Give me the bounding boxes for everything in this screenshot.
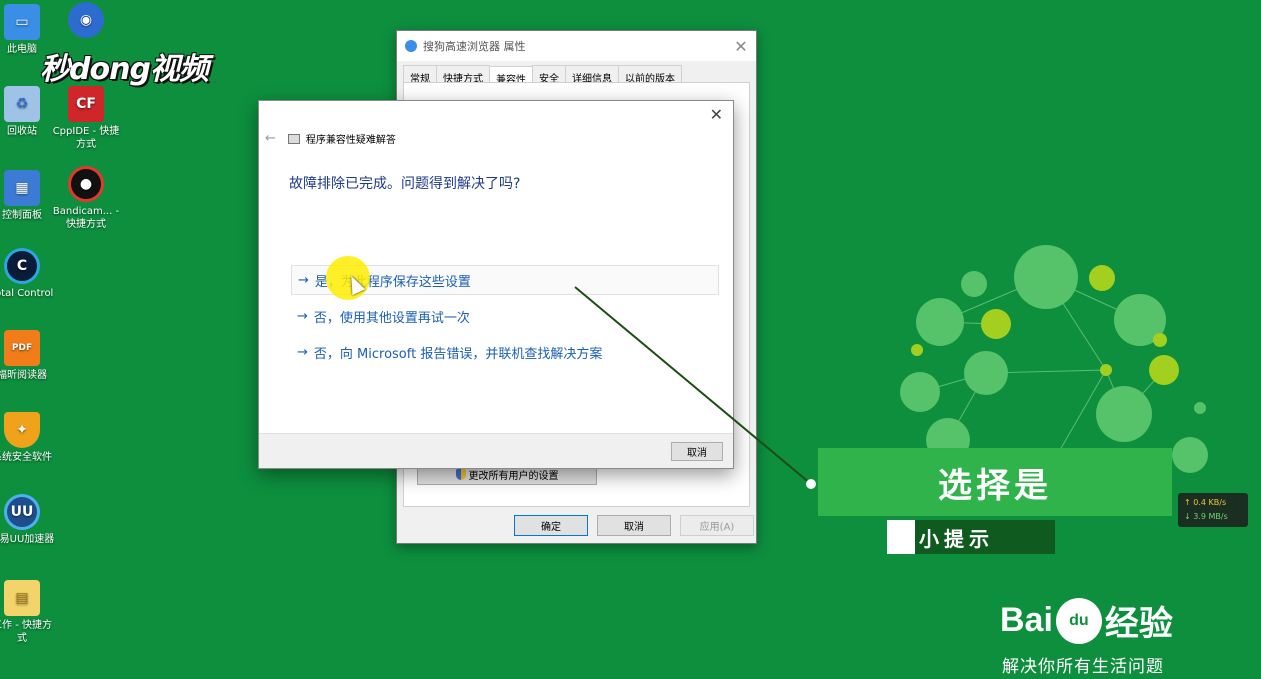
baidu-slogan: 解决你所有生活问题 — [1002, 657, 1164, 677]
leader-line — [574, 286, 812, 485]
tip-bar: 小提示 — [887, 520, 1055, 554]
network-speed-widget: ↑ 0.4 KB/s ↓ 3.9 MB/s — [1178, 493, 1248, 527]
network-nodes — [900, 245, 1208, 473]
baidu-paw-icon: du — [1055, 597, 1102, 644]
callout-select-yes: 选择是 — [818, 448, 1172, 516]
upload-speed: 0.4 KB/s — [1193, 498, 1227, 507]
upload-arrow-icon: ↑ — [1184, 498, 1194, 507]
tip-label: 小提示 — [919, 526, 994, 551]
download-arrow-icon: ↓ — [1184, 512, 1194, 521]
leader-dot — [806, 479, 816, 489]
download-speed: 3.9 MB/s — [1193, 512, 1228, 521]
baidu-jingyan-logo: Bai du 经验 — [1000, 596, 1173, 645]
annotation-graphic — [574, 245, 1208, 489]
tip-box — [887, 520, 915, 554]
